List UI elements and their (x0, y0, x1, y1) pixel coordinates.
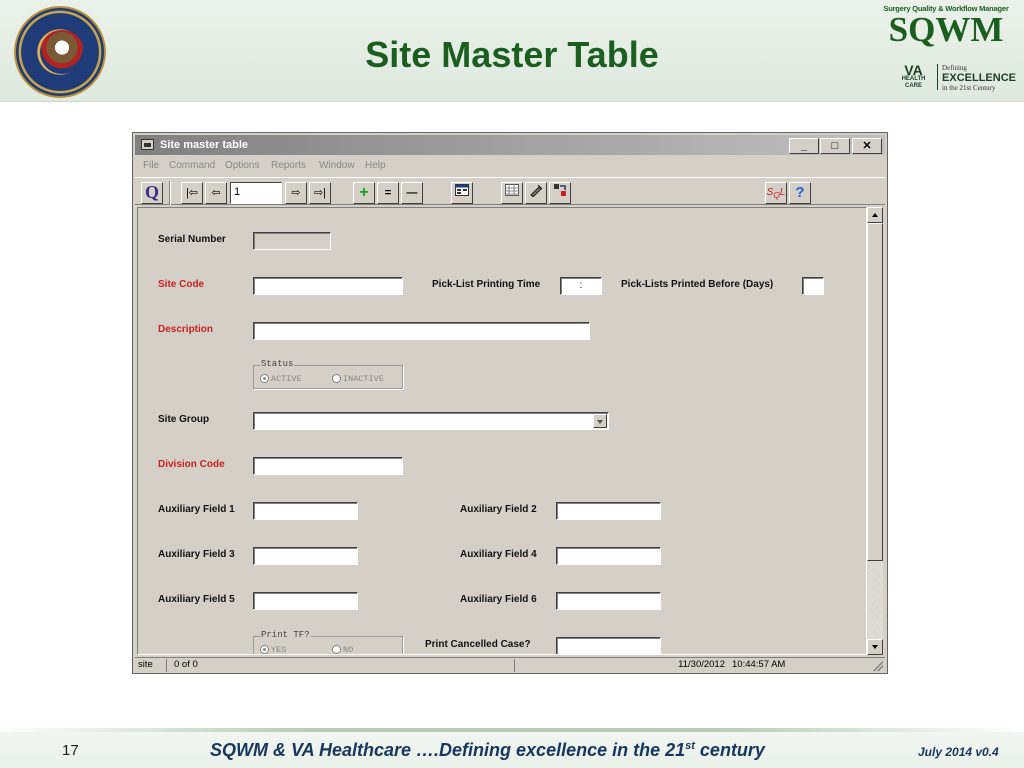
aux-field-5-label: Auxiliary Field 5 (158, 594, 235, 605)
status-group-title: Status (260, 359, 295, 369)
scroll-thumb[interactable] (867, 223, 883, 561)
query-button[interactable]: Q (141, 182, 163, 204)
scroll-up-icon[interactable] (867, 207, 883, 223)
page-number: 17 (62, 742, 79, 759)
form-panel: Serial Number Site Code Pick-List Printi… (137, 207, 867, 655)
aux-field-1-label: Auxiliary Field 1 (158, 504, 235, 515)
status-group: Status ACTIVE INACTIVE (253, 359, 403, 389)
aux-field-4[interactable] (556, 547, 661, 565)
status-active-radio[interactable]: ACTIVE (260, 374, 302, 384)
status-module: site (135, 659, 167, 672)
menu-file[interactable]: File (143, 160, 159, 171)
logo-excellence: Defining EXCELLENCE in the 21st Century (942, 64, 1016, 92)
menu-options[interactable]: Options (225, 160, 259, 171)
record-number-field[interactable]: 1 (230, 182, 282, 204)
slide-title: Site Master Table (365, 34, 659, 75)
menu-command[interactable]: Command (169, 160, 215, 171)
toolbar: Q |⇦ ⇦ 1 ⇨ ⇨| + = — SQL ? (135, 177, 885, 205)
aux-field-4-label: Auxiliary Field 4 (460, 549, 537, 560)
prev-record-button[interactable]: ⇦ (205, 182, 227, 204)
pick-list-time-label: Pick-List Printing Time (432, 279, 541, 290)
next-record-button[interactable]: ⇨ (285, 182, 307, 204)
footer-version: July 2014 v0.4 (918, 745, 999, 759)
table-view-icon[interactable] (501, 182, 523, 204)
site-code-label: Site Code (158, 279, 205, 290)
pick-list-time-field[interactable]: : (560, 277, 602, 295)
site-group-dropdown[interactable] (253, 412, 609, 430)
window-titlebar[interactable]: Site master table _ □ ✕ (135, 135, 885, 155)
status-time: 10:44:57 AM (732, 659, 786, 670)
add-record-button[interactable]: + (353, 182, 375, 204)
print-tf-group: Print TF? YES NO (253, 630, 403, 654)
aux-field-2[interactable] (556, 502, 661, 520)
description-label: Description (158, 324, 214, 335)
serial-number-label: Serial Number (158, 234, 226, 245)
resize-grip-icon[interactable] (873, 661, 883, 671)
close-button[interactable]: ✕ (852, 138, 882, 154)
footer-tagline: SQWM & VA Healthcare ….Defining excellen… (210, 740, 765, 760)
aux-field-3-label: Auxiliary Field 3 (158, 549, 235, 560)
division-code-field[interactable] (253, 457, 403, 475)
pick-list-days-label: Pick-Lists Printed Before (Days) (621, 279, 774, 290)
help-icon[interactable]: ? (789, 182, 811, 204)
status-inactive-radio[interactable]: INACTIVE (332, 374, 384, 384)
delete-record-button[interactable]: — (401, 182, 423, 204)
maximize-button[interactable]: □ (820, 138, 850, 154)
menu-window[interactable]: Window (319, 160, 355, 171)
first-record-button[interactable]: |⇦ (181, 182, 203, 204)
minimize-button[interactable]: _ (789, 138, 819, 154)
logo-va: VA HEALTH CARE (894, 63, 939, 90)
print-tf-title: Print TF? (260, 630, 311, 640)
site-group-label: Site Group (158, 414, 210, 425)
aux-field-6[interactable] (556, 592, 661, 610)
app-icon (141, 139, 154, 150)
aux-field-5[interactable] (253, 592, 358, 610)
logo-name: SQWM (888, 10, 1004, 49)
slide-header: Site Master Table Surgery Quality & Work… (0, 0, 1024, 102)
pick-list-days-field[interactable] (802, 277, 824, 295)
scroll-down-icon[interactable] (867, 639, 883, 655)
window-title: Site master table (160, 139, 249, 151)
sqwm-logo: Surgery Quality & Workflow Manager SQWM … (876, 4, 1016, 100)
description-field[interactable] (253, 322, 590, 340)
print-cancelled-label: Print Cancelled Case? (425, 639, 531, 650)
site-code-field[interactable] (253, 277, 403, 295)
menu-reports[interactable]: Reports (271, 160, 306, 171)
aux-field-1[interactable] (253, 502, 358, 520)
aux-field-3[interactable] (253, 547, 358, 565)
status-bar: site 0 of 0 11/30/2012 10:44:57 AM (135, 657, 885, 672)
menubar: File Command Options Reports Window Help (135, 157, 885, 175)
transfer-icon[interactable] (549, 182, 571, 204)
status-date: 11/30/2012 (678, 659, 725, 670)
aux-field-6-label: Auxiliary Field 6 (460, 594, 537, 605)
status-record-count: 0 of 0 (171, 659, 515, 672)
aux-field-2-label: Auxiliary Field 2 (460, 504, 537, 515)
edit-pencil-icon[interactable] (525, 182, 547, 204)
print-tf-yes-radio[interactable]: YES (260, 645, 286, 654)
print-cancelled-field[interactable] (556, 637, 661, 654)
print-tf-no-radio[interactable]: NO (332, 645, 353, 654)
division-code-label: Division Code (158, 459, 225, 470)
vertical-scrollbar[interactable] (867, 207, 883, 655)
form-view-icon[interactable] (451, 182, 473, 204)
last-record-button[interactable]: ⇨| (309, 182, 331, 204)
sql-icon[interactable]: SQL (765, 182, 787, 204)
slide: Site Master Table Surgery Quality & Work… (0, 0, 1024, 768)
app-window: Site master table _ □ ✕ File Command Opt… (132, 132, 888, 674)
chevron-down-icon[interactable] (593, 414, 607, 428)
serial-number-field (253, 232, 331, 250)
menu-help[interactable]: Help (365, 160, 386, 171)
duplicate-record-button[interactable]: = (377, 182, 399, 204)
